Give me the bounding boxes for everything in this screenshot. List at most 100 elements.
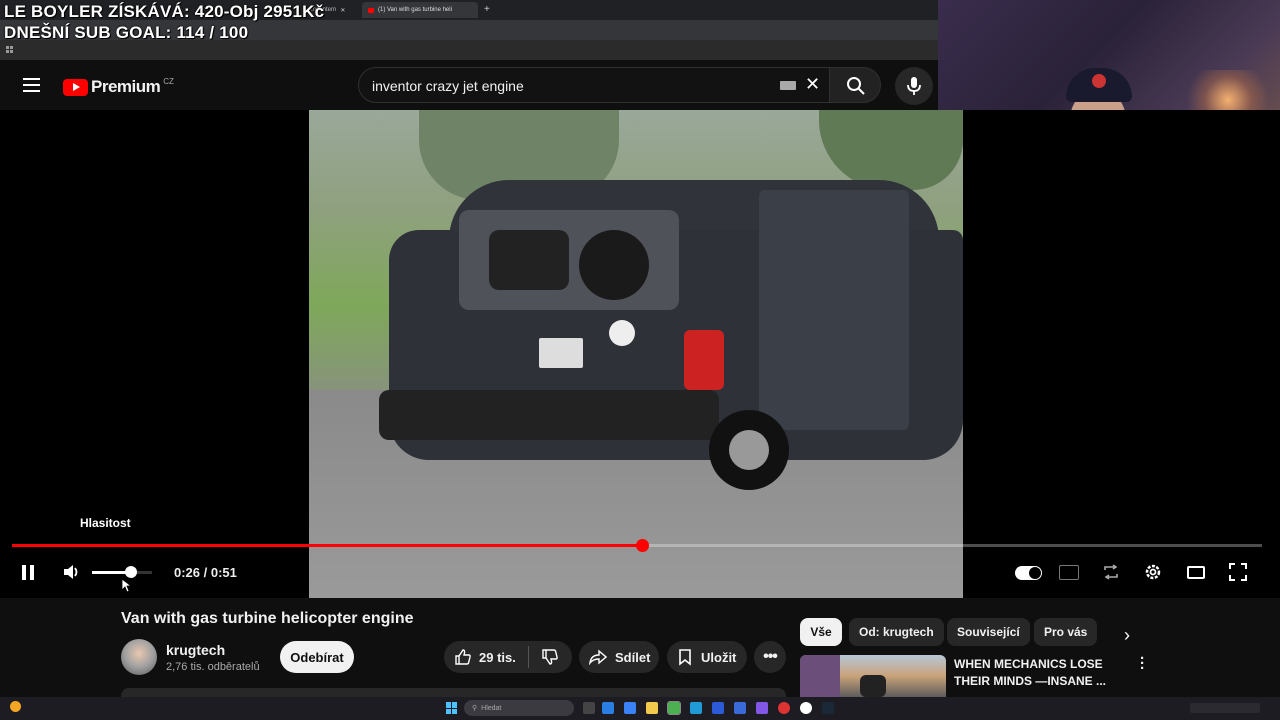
fullscreen-icon [1229,563,1247,581]
chip-from-channel[interactable]: Od: krugtech [849,618,944,646]
pause-button[interactable] [18,562,38,582]
weather-icon[interactable] [10,701,21,712]
chip-label: Vše [810,625,832,639]
menu-hamburger-icon[interactable] [23,78,40,92]
pause-icon [22,564,34,580]
mouse-cursor-icon [121,578,133,593]
like-button[interactable]: 29 tis. [454,648,516,666]
subtitles-icon [1059,564,1079,580]
close-tab-icon[interactable]: ✕ [340,7,345,14]
voice-search-button[interactable] [895,67,933,105]
store-icon[interactable] [624,702,636,714]
subscribe-button[interactable]: Odebírat [280,641,354,673]
search-input[interactable]: inventor crazy jet engine ✕ [358,67,830,103]
share-label: Sdílet [615,649,651,665]
edge-icon[interactable] [602,702,614,714]
volume-tooltip: Hlasitost [80,516,131,530]
like-count: 29 tis. [479,649,516,665]
keyboard-icon[interactable] [780,81,796,90]
video-title: Van with gas turbine helicopter engine [121,610,414,627]
recommendation-title-line: THEIR MINDS —INSANE ... [954,674,1107,688]
time-display: 0:26 / 0:51 [174,565,237,580]
microphone-icon [907,77,921,95]
stream-overlay-donation: LE BOYLER ZÍSKÁVÁ: 420-Obj 2951Kč [4,2,325,21]
progress-bar-played [12,544,642,547]
region-code: CZ [163,76,174,86]
settings-button[interactable] [1142,561,1164,583]
save-label: Uložit [701,649,737,665]
clear-search-icon[interactable]: ✕ [805,74,820,95]
van [379,180,963,490]
youtube-premium-logo[interactable]: Premium CZ [63,77,174,97]
theater-mode-button[interactable] [1184,562,1208,582]
loop-button[interactable] [1100,562,1122,582]
chevron-right-icon[interactable]: › [1124,625,1130,646]
youtube-play-logo-icon [63,78,88,96]
app-icon[interactable] [778,702,790,714]
volume-icon [64,565,78,579]
share-icon [589,649,607,665]
volume-slider[interactable] [92,566,152,578]
chrome-icon[interactable] [667,701,681,715]
apps-grid-icon[interactable] [6,46,13,53]
fullscreen-button[interactable] [1227,561,1249,583]
discord-icon[interactable] [756,702,768,714]
chip-related[interactable]: Související [947,618,1030,646]
divider [527,646,529,668]
chip-label: Související [957,625,1020,639]
chip-label: Pro vás [1044,625,1088,639]
youtube-favicon-icon [368,7,374,13]
app-icon[interactable] [690,702,702,714]
subtitles-button[interactable] [1058,562,1080,582]
volume-slider-handle[interactable] [125,566,137,578]
file-explorer-icon[interactable] [646,702,658,714]
recommendation-title[interactable]: WHEN MECHANICS LOSE THEIR MINDS —INSANE … [954,656,1106,690]
system-tray[interactable] [1190,703,1260,713]
browser-tab-active[interactable]: (1) Van with gas turbine heli [362,2,478,18]
stream-overlay-sub-goal: DNEŠNÍ SUB GOAL: 114 / 100 [4,23,249,42]
loop-icon [1104,564,1118,580]
subscribe-label: Odebírat [290,649,344,665]
new-tab-button[interactable]: + [484,4,490,15]
more-horizontal-icon: ••• [763,648,778,665]
more-vertical-icon[interactable]: · · · [1140,651,1145,676]
thumbs-down-icon [542,649,558,665]
progress-scrubber-handle[interactable] [636,539,649,552]
description-box[interactable] [121,688,786,697]
thumbs-up-icon [455,649,471,665]
chip-label: Od: krugtech [859,625,934,639]
more-actions-button[interactable]: ••• [754,641,786,673]
dislike-button[interactable] [541,648,559,666]
streamer-cap [1066,68,1132,102]
chip-for-you[interactable]: Pro vás [1034,618,1098,646]
app-icon[interactable] [734,702,746,714]
save-button[interactable]: Uložit [667,641,747,673]
windows-taskbar [0,697,1280,720]
chip-all[interactable]: Vše [800,618,842,646]
theater-icon [1187,565,1205,579]
task-view-icon[interactable] [583,702,595,714]
taskbar-search[interactable]: ⚲ Hledat [464,700,574,716]
share-button[interactable]: Sdílet [579,641,659,673]
app-icon[interactable] [712,702,724,714]
mute-button[interactable] [60,561,84,583]
bookmarks-bar [0,40,938,60]
search-query-text: inventor crazy jet engine [372,78,524,94]
video-frame[interactable] [309,110,963,598]
steam-icon[interactable] [822,702,834,714]
tab-label: (1) Van with gas turbine heli [378,7,452,13]
channel-avatar[interactable] [121,639,157,675]
windows-start-icon[interactable] [446,702,458,714]
autoplay-toggle[interactable] [1013,564,1043,582]
autoplay-toggle-icon [1014,566,1042,580]
gear-icon [1145,564,1161,580]
bookmark-icon [679,649,691,666]
recommendation-thumbnail[interactable] [800,655,946,697]
logo-text: Premium [91,77,161,96]
search-icon [847,77,865,95]
search-button[interactable] [829,67,881,103]
channel-name[interactable]: krugtech [166,642,225,658]
obs-icon[interactable] [800,702,812,714]
like-dislike-group: 29 tis. [444,641,572,673]
search-icon: ⚲ [472,705,478,712]
